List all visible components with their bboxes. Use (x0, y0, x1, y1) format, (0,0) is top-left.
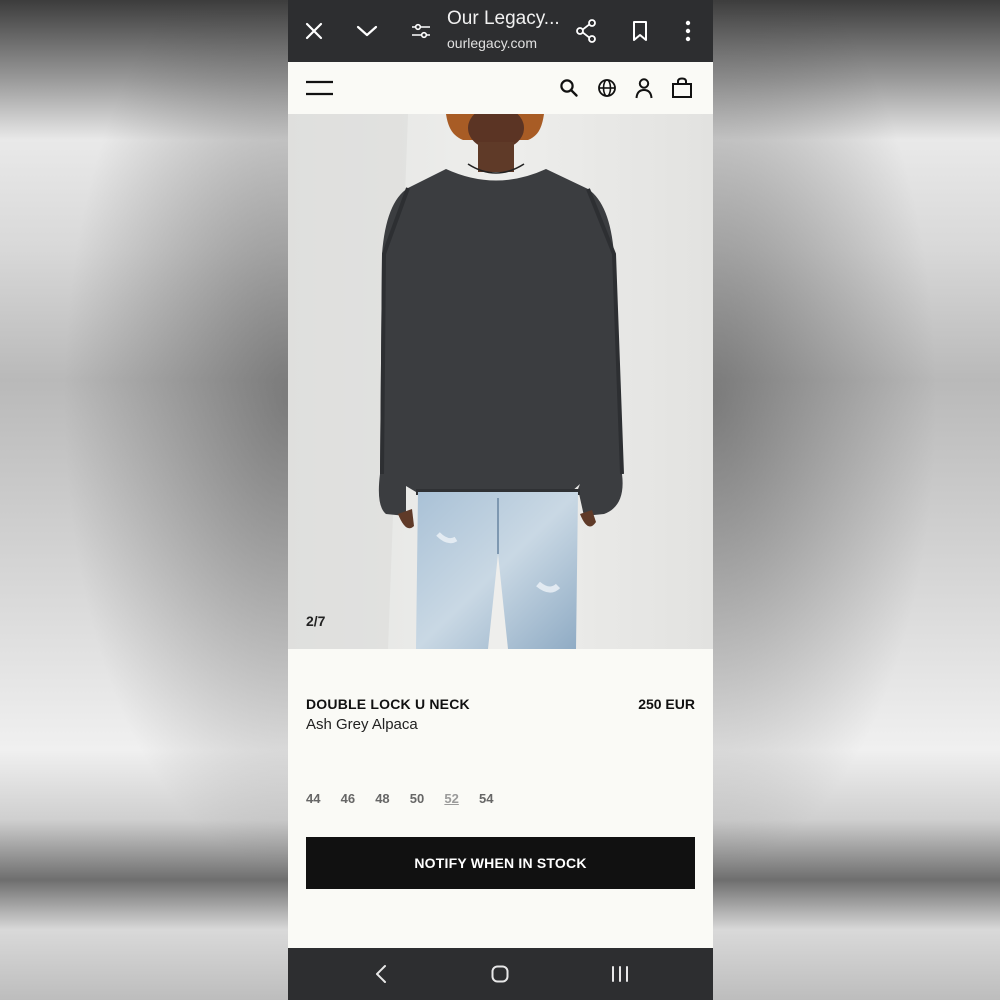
product-image[interactable]: 2/7 (288, 114, 713, 649)
bookmark-icon[interactable] (624, 15, 656, 47)
notify-when-in-stock-button[interactable]: NOTIFY WHEN IN STOCK (306, 837, 695, 889)
product-price: 250 EUR (638, 696, 695, 712)
search-icon[interactable] (556, 75, 582, 101)
size-option-44[interactable]: 44 (306, 791, 341, 806)
globe-icon[interactable] (594, 75, 620, 101)
size-option-50[interactable]: 50 (410, 791, 445, 806)
image-counter: 2/7 (306, 613, 326, 629)
close-icon[interactable] (298, 15, 330, 47)
menu-icon[interactable] (305, 75, 335, 101)
site-header (288, 62, 713, 114)
system-nav-bar (288, 948, 713, 1000)
bag-icon[interactable] (669, 75, 695, 101)
model-photo (288, 114, 713, 649)
size-option-52[interactable]: 52 (444, 791, 479, 806)
product-color: Ash Grey Alpaca (306, 716, 418, 733)
share-icon[interactable] (570, 15, 602, 47)
background-blur-right (713, 0, 1000, 1000)
product-name: DOUBLE LOCK U NECK (306, 696, 470, 712)
product-info: DOUBLE LOCK U NECK Ash Grey Alpaca 250 E… (288, 649, 713, 948)
size-option-48[interactable]: 48 (375, 791, 410, 806)
tab-title[interactable]: Our Legacy... (447, 8, 560, 30)
size-option-46[interactable]: 46 (341, 791, 376, 806)
tune-icon[interactable] (405, 15, 437, 47)
chevron-down-icon[interactable] (351, 15, 383, 47)
home-icon[interactable] (485, 960, 515, 988)
tab-url[interactable]: ourlegacy.com (447, 35, 537, 51)
background-blur-left (0, 0, 288, 1000)
browser-toolbar: Our Legacy... ourlegacy.com (288, 0, 713, 62)
account-icon[interactable] (631, 75, 657, 101)
size-selector: 44 46 48 50 52 54 (306, 791, 514, 806)
back-icon[interactable] (366, 960, 396, 988)
size-option-54[interactable]: 54 (479, 791, 514, 806)
more-vert-icon[interactable] (672, 15, 704, 47)
phone-screen: Our Legacy... ourlegacy.com 2/7 DOUBLE L… (288, 0, 713, 1000)
recents-icon[interactable] (605, 960, 635, 988)
